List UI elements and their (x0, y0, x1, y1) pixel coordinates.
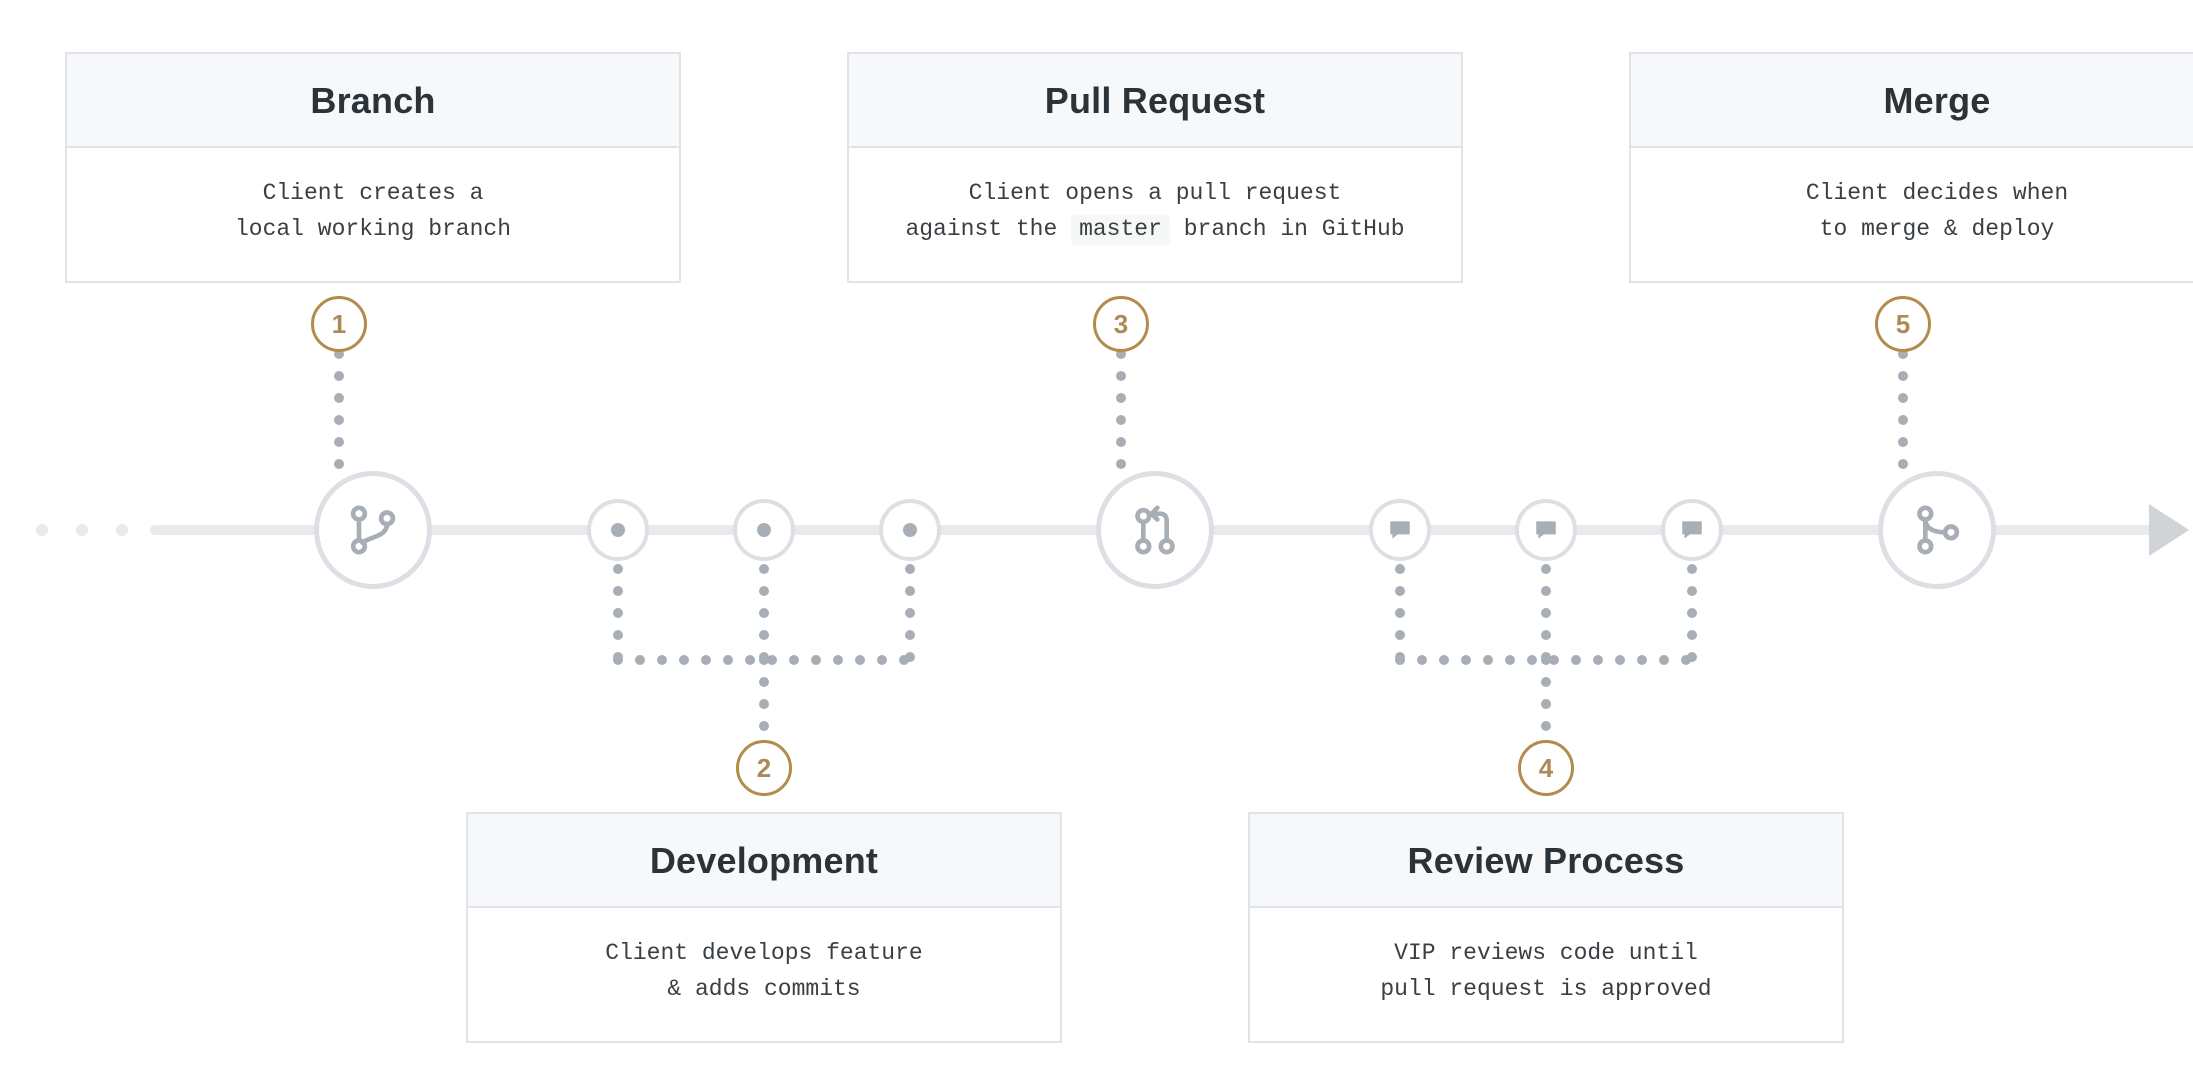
branch-icon (314, 471, 432, 589)
step-card-review: Review Process VIP reviews code untilpul… (1248, 812, 1844, 1043)
card-body: Client develops feature& adds commits (468, 908, 1060, 1041)
commit-icon (879, 499, 941, 561)
comment-icon (1661, 499, 1723, 561)
commit-icon (733, 499, 795, 561)
card-title: Development (468, 814, 1060, 908)
comment-icon (1369, 499, 1431, 561)
card-title: Review Process (1250, 814, 1842, 908)
merge-icon (1878, 471, 1996, 589)
step-badge-1: 1 (311, 296, 367, 352)
step-card-pull-request: Pull Request Client opens a pull request… (847, 52, 1463, 283)
step-card-development: Development Client develops feature& add… (466, 812, 1062, 1043)
card-body: Client creates alocal working branch (67, 148, 679, 281)
step-card-branch: Branch Client creates alocal working bra… (65, 52, 681, 283)
step-badge-5: 5 (1875, 296, 1931, 352)
workflow-diagram: Branch Client creates alocal working bra… (0, 0, 2193, 1087)
card-title: Merge (1631, 54, 2193, 148)
commit-icon (587, 499, 649, 561)
card-body: VIP reviews code untilpull request is ap… (1250, 908, 1842, 1041)
comment-icon (1515, 499, 1577, 561)
axis-arrow-icon (2149, 504, 2189, 556)
step-badge-2: 2 (736, 740, 792, 796)
axis-lead-dot (76, 524, 88, 536)
step-badge-3: 3 (1093, 296, 1149, 352)
pull-request-icon (1096, 471, 1214, 589)
card-body: Client decides whento merge & deploy (1631, 148, 2193, 281)
axis-lead-dot (36, 524, 48, 536)
card-title: Branch (67, 54, 679, 148)
axis-lead-dot (116, 524, 128, 536)
card-title: Pull Request (849, 54, 1461, 148)
step-card-merge: Merge Client decides whento merge & depl… (1629, 52, 2193, 283)
card-body: Client opens a pull requestagainst the m… (849, 148, 1461, 281)
step-badge-4: 4 (1518, 740, 1574, 796)
